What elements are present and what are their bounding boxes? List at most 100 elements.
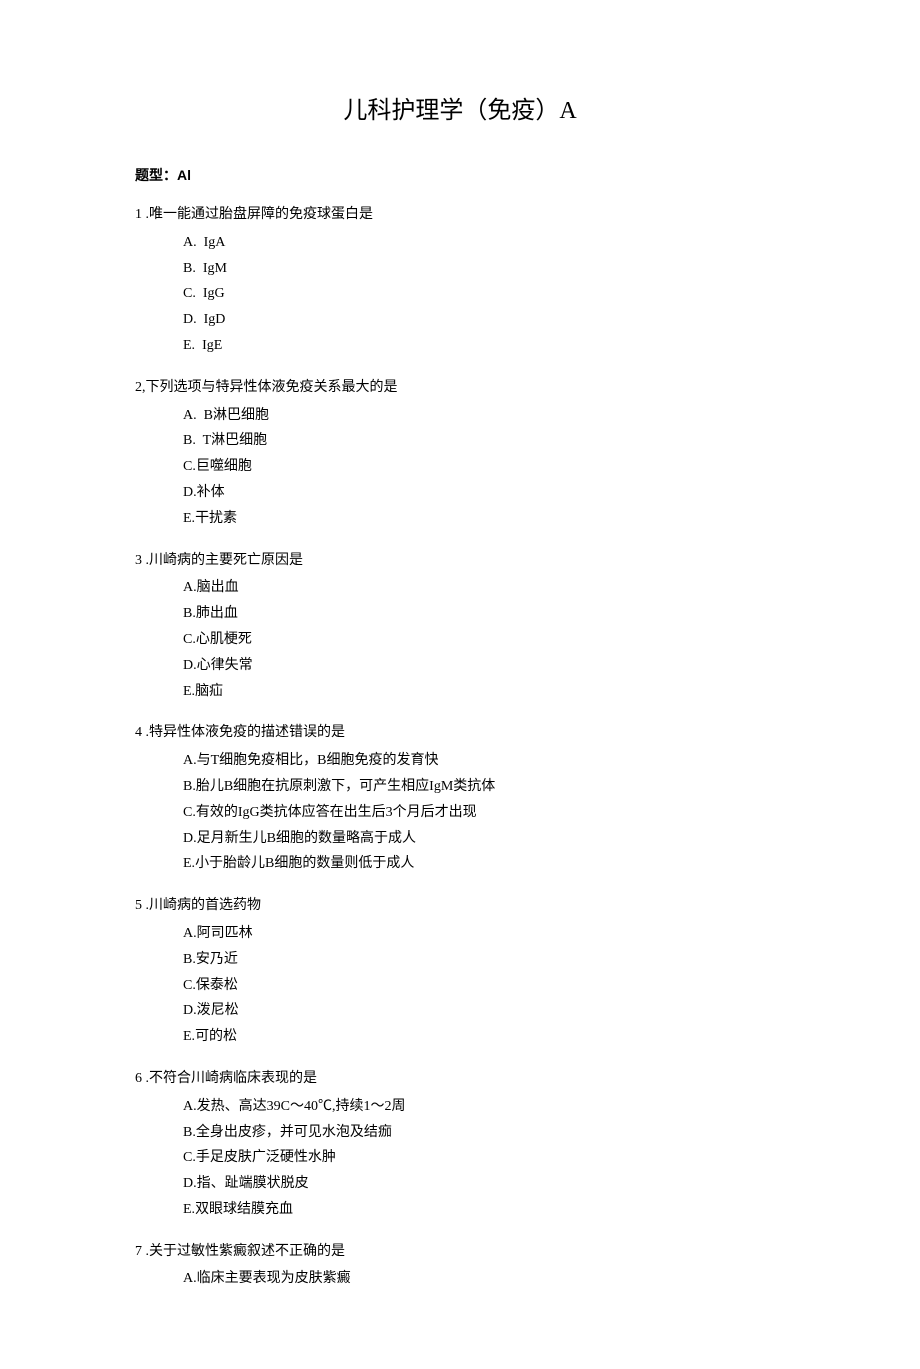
question-stem: 3 .川崎病的主要死亡原因是 (135, 549, 785, 573)
option-letter: A. (183, 1271, 197, 1286)
option-text: 胎儿B细胞在抗原刺激下，可产生相应IgM类抗体 (196, 779, 495, 794)
option-text: 发热、高达39C～40℃,持续1～2周 (197, 1099, 406, 1114)
option-letter: C. (183, 459, 196, 474)
option: B.全身出皮疹，并可见水泡及结痂 (183, 1121, 785, 1145)
option: E.小于胎龄儿B细胞的数量则低于成人 (183, 852, 785, 876)
option-text: 脑出血 (197, 580, 239, 595)
options-list: A.阿司匹林B.安乃近C.保泰松D.泼尼松E.可的松 (135, 922, 785, 1049)
option: C.巨噬细胞 (183, 455, 785, 479)
option-letter: B. (183, 606, 196, 621)
option-text: 全身出皮疹，并可见水泡及结痂 (196, 1125, 392, 1140)
option-letter: E. (183, 856, 195, 871)
question-number: 3 (135, 553, 142, 568)
question-number: 1 (135, 207, 142, 222)
option-letter: A. (183, 408, 197, 423)
question-number: 4 (135, 725, 142, 740)
question-text: .关于过敏性紫癜叙述不正确的是 (146, 1244, 346, 1259)
option-text: 阿司匹林 (197, 926, 253, 941)
option-text: 足月新生儿B细胞的数量略高于成人 (197, 831, 416, 846)
option-text: 巨噬细胞 (196, 459, 252, 474)
question-number: 5 (135, 898, 142, 913)
option: B.肺出血 (183, 602, 785, 626)
question-text: .唯一能通过胎盘屏障的免疫球蛋白是 (146, 207, 374, 222)
option-text: 指、趾端膜状脱皮 (197, 1176, 309, 1191)
option-gap (196, 433, 203, 448)
question-number: 7 (135, 1244, 142, 1259)
option-text: T淋巴细胞 (203, 433, 268, 448)
option: D.补体 (183, 481, 785, 505)
options-list: A. B淋巴细胞B. T淋巴细胞C.巨噬细胞D.补体E.干扰素 (135, 404, 785, 531)
option: B. T淋巴细胞 (183, 429, 785, 453)
option: D.指、趾端膜状脱皮 (183, 1172, 785, 1196)
option-text: 肺出血 (196, 606, 238, 621)
option-text: 保泰松 (196, 978, 238, 993)
option: C.心肌梗死 (183, 628, 785, 652)
option: E.干扰素 (183, 507, 785, 531)
options-list: A. IgAB. IgMC. IgGD. IgDE. IgE (135, 231, 785, 358)
question-text: .川崎病的主要死亡原因是 (146, 553, 304, 568)
question-stem: 7 .关于过敏性紫癜叙述不正确的是 (135, 1240, 785, 1264)
options-list: A.脑出血B.肺出血C.心肌梗死D.心律失常E.脑疝 (135, 576, 785, 703)
question: 6 .不符合川崎病临床表现的是A.发热、高达39C～40℃,持续1～2周B.全身… (135, 1067, 785, 1222)
option-text: 脑疝 (195, 684, 223, 699)
question: 3 .川崎病的主要死亡原因是A.脑出血B.肺出血C.心肌梗死D.心律失常E.脑疝 (135, 549, 785, 704)
option-letter: A. (183, 1099, 197, 1114)
option-letter: B. (183, 779, 196, 794)
option-letter: C. (183, 286, 196, 301)
question-stem: 5 .川崎病的首选药物 (135, 894, 785, 918)
section-label: 题型：Al (135, 165, 785, 185)
option: D. IgD (183, 308, 785, 332)
option-letter: A. (183, 580, 197, 595)
option-text: 可的松 (195, 1029, 237, 1044)
question-text: 下列选项与特异性体液免疫关系最大的是 (146, 380, 398, 395)
question: 2,下列选项与特异性体液免疫关系最大的是A. B淋巴细胞B. T淋巴细胞C.巨噬… (135, 376, 785, 531)
option-text: 临床主要表现为皮肤紫癜 (197, 1271, 351, 1286)
option-text: IgD (204, 312, 226, 327)
option-text: 安乃近 (196, 952, 238, 967)
option-letter: D. (183, 658, 197, 673)
option: B.安乃近 (183, 948, 785, 972)
option: B.胎儿B细胞在抗原刺激下，可产生相应IgM类抗体 (183, 775, 785, 799)
option-letter: B. (183, 1125, 196, 1140)
option-text: 与T细胞免疫相比，B细胞免疫的发育快 (197, 753, 439, 768)
options-list: A.临床主要表现为皮肤紫癜 (135, 1267, 785, 1291)
option-letter: C. (183, 978, 196, 993)
question-stem: 4 .特异性体液免疫的描述错误的是 (135, 721, 785, 745)
option: C. IgG (183, 282, 785, 306)
option-letter: E. (183, 511, 195, 526)
option: A.与T细胞免疫相比，B细胞免疫的发育快 (183, 749, 785, 773)
option-letter: E. (183, 1202, 195, 1217)
option-gap (197, 235, 204, 250)
option-letter: B. (183, 433, 196, 448)
option: C.保泰松 (183, 974, 785, 998)
option: E.双眼球结膜充血 (183, 1198, 785, 1222)
option-text: 小于胎龄儿B细胞的数量则低于成人 (195, 856, 414, 871)
option-gap (197, 312, 204, 327)
option-text: 手足皮肤广泛硬性水肿 (196, 1150, 336, 1165)
option-text: 有效的IgG类抗体应答在出生后3个月后才出现 (196, 805, 477, 820)
question-text: .不符合川崎病临床表现的是 (146, 1071, 318, 1086)
option: E.可的松 (183, 1025, 785, 1049)
option-gap (196, 261, 203, 276)
option: D.心律失常 (183, 654, 785, 678)
option-text: 泼尼松 (197, 1003, 239, 1018)
option: A. B淋巴细胞 (183, 404, 785, 428)
questions-container: 1 .唯一能通过胎盘屏障的免疫球蛋白是A. IgAB. IgMC. IgGD. … (135, 203, 785, 1291)
option: D.足月新生儿B细胞的数量略高于成人 (183, 827, 785, 851)
question-text: .川崎病的首选药物 (146, 898, 262, 913)
option-text: B淋巴细胞 (204, 408, 269, 423)
option-letter: C. (183, 632, 196, 647)
question: 7 .关于过敏性紫癜叙述不正确的是 A.临床主要表现为皮肤紫癜 (135, 1240, 785, 1292)
option: A.发热、高达39C～40℃,持续1～2周 (183, 1095, 785, 1119)
option-letter: E. (183, 338, 195, 353)
option-text: IgE (202, 338, 222, 353)
question-number: 2 (135, 380, 142, 395)
question-stem: 1 .唯一能通过胎盘屏障的免疫球蛋白是 (135, 203, 785, 227)
question-stem: 2,下列选项与特异性体液免疫关系最大的是 (135, 376, 785, 400)
question: 1 .唯一能通过胎盘屏障的免疫球蛋白是A. IgAB. IgMC. IgGD. … (135, 203, 785, 358)
document-title: 儿科护理学（免疫）A (135, 90, 785, 125)
question-text: .特异性体液免疫的描述错误的是 (146, 725, 346, 740)
option-letter: D. (183, 312, 197, 327)
option-text: 双眼球结膜充血 (195, 1202, 293, 1217)
option-letter: D. (183, 1176, 197, 1191)
